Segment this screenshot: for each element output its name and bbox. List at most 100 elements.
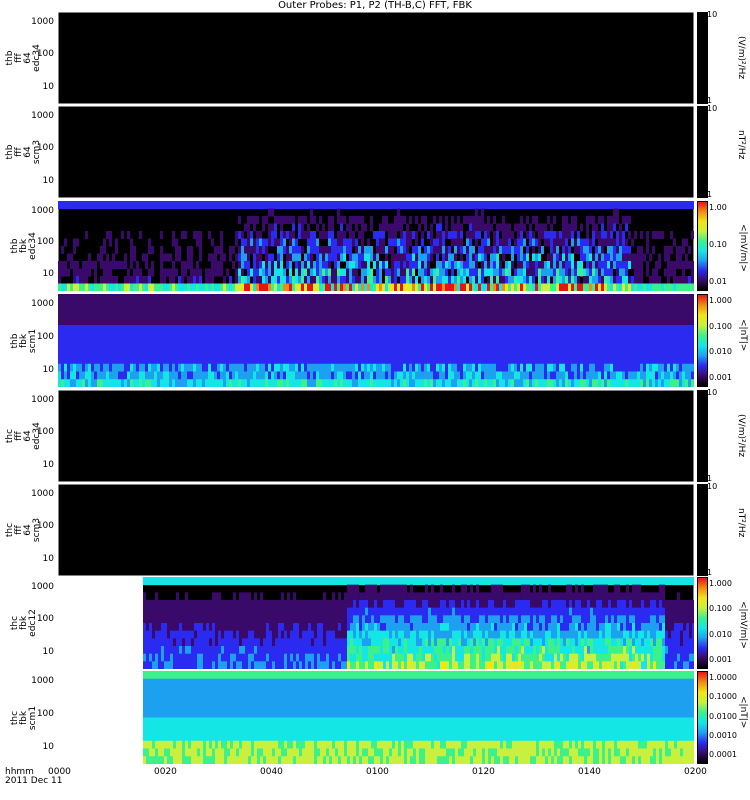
spectrogram-cell <box>266 577 269 586</box>
spectrogram-cell <box>379 340 382 349</box>
spectrogram-cell <box>194 600 197 609</box>
spectrogram-cell <box>529 301 532 310</box>
spectrogram-cell <box>76 268 79 277</box>
spectrogram-cell <box>100 283 103 291</box>
spectrogram-cell <box>281 607 284 616</box>
spectrogram-cell <box>61 348 64 357</box>
spectrogram-cell <box>229 332 232 341</box>
spectrogram-cell <box>335 646 338 655</box>
spectrogram-cell <box>520 340 523 349</box>
spectrogram-cell <box>460 309 463 318</box>
spectrogram-cell <box>316 325 319 334</box>
spectrogram-cell <box>311 646 314 655</box>
spectrogram-cell <box>592 283 595 291</box>
spectrogram-cell <box>541 223 544 232</box>
spectrogram-cell <box>382 363 385 372</box>
spectrogram-cell <box>367 283 370 291</box>
spectrogram-cell <box>607 317 610 326</box>
spectrogram-cell <box>307 268 310 277</box>
spectrogram-cell <box>586 276 589 284</box>
spectrogram-cell <box>254 653 257 662</box>
spectrogram-cell <box>316 238 319 247</box>
spectrogram-cell <box>82 340 85 349</box>
spectrogram-cell <box>115 261 118 269</box>
spectrogram-cell <box>245 607 248 616</box>
spectrogram-cell <box>139 201 142 209</box>
spectrogram-cell <box>190 253 193 262</box>
spectrogram-cell <box>256 294 259 303</box>
spectrogram-cell <box>394 283 397 291</box>
spectrogram-cell <box>163 268 166 277</box>
spectrogram-cell <box>643 371 646 380</box>
spectrogram-cell <box>130 325 133 334</box>
spectrogram-cell <box>448 325 451 334</box>
spectrogram-cell <box>460 238 463 247</box>
spectrogram-cell <box>472 301 475 310</box>
spectrogram-cell <box>73 238 76 247</box>
spectrogram-cell <box>397 246 400 254</box>
spectrogram-cell <box>505 223 508 232</box>
spectrogram-cell <box>502 231 505 239</box>
spectrogram-cell <box>67 332 70 341</box>
spectrogram-cell <box>391 348 394 357</box>
spectrogram-cell <box>61 340 64 349</box>
spectrogram-cell <box>235 317 238 326</box>
spectrogram-cell <box>562 201 565 209</box>
spectrogram-cell <box>586 363 589 372</box>
spectrogram-cell <box>79 340 82 349</box>
spectrogram-cell <box>139 231 142 239</box>
spectrogram-cell <box>157 301 160 310</box>
spectrogram-cell <box>691 261 694 269</box>
spectrogram-cell <box>211 201 214 209</box>
spectrogram-cell <box>178 363 181 372</box>
spectrogram-cell <box>625 325 628 334</box>
spectrogram-cell <box>157 294 160 303</box>
spectrogram-cell <box>658 340 661 349</box>
spectrogram-cell <box>640 261 643 269</box>
spectrogram-cell <box>310 294 313 303</box>
spectrogram-cell <box>523 201 526 209</box>
spectrogram-cell <box>577 294 580 303</box>
spectrogram-cell <box>607 276 610 284</box>
spectrogram-cell <box>301 268 304 277</box>
spectrogram-cell <box>151 246 154 254</box>
spectrogram-cell <box>529 223 532 232</box>
spectrogram-cell <box>616 348 619 357</box>
spectrogram-cell <box>235 276 238 284</box>
spectrogram-cell <box>682 238 685 247</box>
spectrogram-cell <box>94 356 97 365</box>
spectrogram-cell <box>658 356 661 365</box>
spectrogram-cell <box>265 371 268 380</box>
spectrogram-cell <box>296 600 299 609</box>
spectrogram-cell <box>190 332 193 341</box>
spectrogram-cell <box>163 348 166 357</box>
spectrogram-cell <box>262 301 265 310</box>
spectrogram-cell <box>295 261 298 269</box>
spectrogram-cell <box>250 317 253 326</box>
spectrogram-cell <box>520 294 523 303</box>
spectrogram-cell <box>469 246 472 254</box>
spectrogram-cell <box>445 268 448 277</box>
spectrogram-cell <box>616 379 619 387</box>
spectrogram-cell <box>598 283 601 291</box>
spectrogram-cell <box>158 577 161 586</box>
spectrogram-cell <box>499 201 502 209</box>
spectrogram-cell <box>154 340 157 349</box>
spectrogram-cell <box>242 607 245 616</box>
spectrogram-cell <box>463 371 466 380</box>
spectrogram-cell <box>670 332 673 341</box>
spectrogram-cell <box>685 325 688 334</box>
spectrogram-cell <box>97 340 100 349</box>
spectrogram-cell <box>385 246 388 254</box>
spectrogram-cell <box>118 379 121 387</box>
spectrogram-cell <box>565 325 568 334</box>
spectrogram-cell <box>164 630 167 639</box>
spectrogram-cell <box>334 348 337 357</box>
spectrogram-cell <box>664 301 667 310</box>
spectrogram-cell <box>115 332 118 341</box>
spectrogram-cell <box>547 201 550 209</box>
spectrogram-cell <box>287 646 290 655</box>
spectrogram-cell <box>298 253 301 262</box>
spectrogram-cell <box>314 638 317 647</box>
spectrogram-cell <box>368 592 371 601</box>
